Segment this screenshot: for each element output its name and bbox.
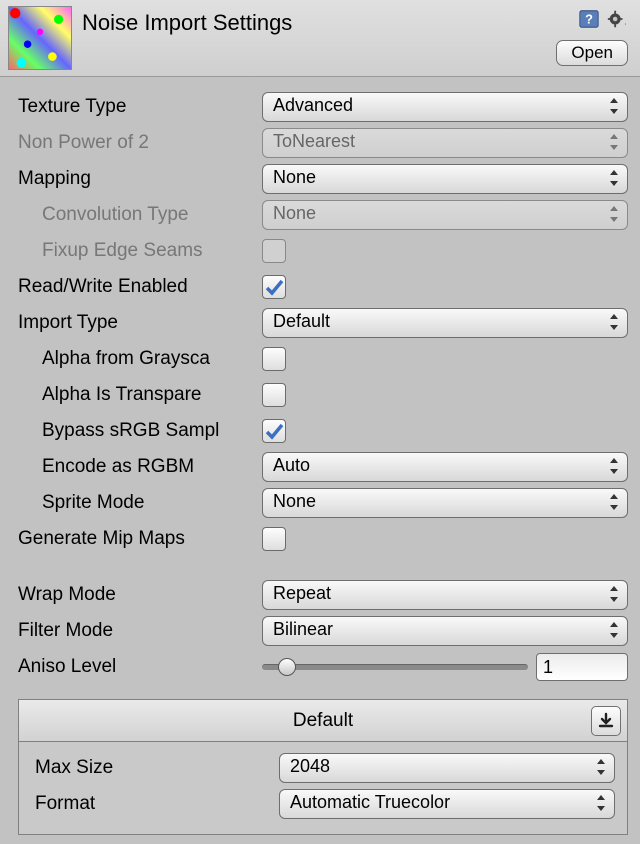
sprite-mode-label: Sprite Mode (18, 492, 262, 514)
alpha-is-transparency-label: Alpha Is Transpare (18, 384, 262, 406)
read-write-checkbox[interactable] (262, 275, 286, 299)
updown-icon (609, 620, 619, 640)
convolution-type-label: Convolution Type (18, 204, 262, 226)
encode-rgbm-value: Auto (273, 455, 310, 475)
updown-icon (609, 132, 619, 152)
platform-tab-default[interactable]: Default (19, 700, 627, 742)
non-power-of-2-select: ToNearest (262, 128, 628, 158)
encode-rgbm-label: Encode as RGBM (18, 456, 262, 478)
filter-mode-value: Bilinear (273, 619, 333, 639)
open-button[interactable]: Open (556, 40, 628, 66)
bypass-srgb-label: Bypass sRGB Sampl (18, 420, 262, 442)
platform-tab-label: Default (293, 710, 353, 732)
texture-type-select[interactable]: Advanced (262, 92, 628, 122)
slider-thumb[interactable] (278, 658, 296, 676)
sprite-mode-value: None (273, 491, 316, 511)
import-type-select[interactable]: Default (262, 308, 628, 338)
non-power-of-2-label: Non Power of 2 (18, 132, 262, 154)
wrap-mode-value: Repeat (273, 583, 331, 603)
help-icon[interactable]: ? (578, 8, 600, 35)
updown-icon (609, 584, 619, 604)
fixup-edge-seams-checkbox (262, 239, 286, 263)
updown-icon (609, 204, 619, 224)
mapping-select[interactable]: None (262, 164, 628, 194)
non-power-of-2-value: ToNearest (273, 131, 355, 151)
panel-title: Noise Import Settings (82, 6, 292, 36)
slider-track (262, 664, 528, 670)
import-type-label: Import Type (18, 312, 262, 334)
mapping-label: Mapping (18, 168, 262, 190)
filter-mode-label: Filter Mode (18, 620, 262, 642)
wrap-mode-label: Wrap Mode (18, 584, 262, 606)
convolution-type-value: None (273, 203, 316, 223)
format-value: Automatic Truecolor (290, 792, 450, 812)
max-size-label: Max Size (35, 757, 279, 779)
format-label: Format (35, 793, 279, 815)
texture-type-value: Advanced (273, 95, 353, 115)
filter-mode-select[interactable]: Bilinear (262, 616, 628, 646)
updown-icon (609, 456, 619, 476)
updown-icon (609, 492, 619, 512)
read-write-label: Read/Write Enabled (18, 276, 262, 298)
updown-icon (609, 312, 619, 332)
alpha-is-transparency-checkbox[interactable] (262, 383, 286, 407)
alpha-from-grayscale-checkbox[interactable] (262, 347, 286, 371)
wrap-mode-select[interactable]: Repeat (262, 580, 628, 610)
download-icon[interactable] (591, 706, 621, 736)
format-select[interactable]: Automatic Truecolor (279, 789, 615, 819)
aniso-level-field[interactable] (536, 653, 628, 681)
encode-rgbm-select[interactable]: Auto (262, 452, 628, 482)
aniso-level-slider[interactable] (262, 657, 528, 677)
alpha-from-grayscale-label: Alpha from Graysca (18, 348, 262, 370)
gear-icon[interactable]: . (606, 8, 628, 35)
platform-settings: Default Max Size 2048 Format Automatic T… (18, 699, 628, 835)
aniso-level-label: Aniso Level (18, 656, 262, 678)
mapping-value: None (273, 167, 316, 187)
texture-type-label: Texture Type (18, 96, 262, 118)
fixup-edge-seams-label: Fixup Edge Seams (18, 240, 262, 262)
updown-icon (596, 757, 606, 777)
max-size-value: 2048 (290, 756, 330, 776)
svg-text:?: ? (585, 12, 593, 27)
generate-mipmaps-checkbox[interactable] (262, 527, 286, 551)
updown-icon (609, 96, 619, 116)
convolution-type-select: None (262, 200, 628, 230)
bypass-srgb-checkbox[interactable] (262, 419, 286, 443)
generate-mipmaps-label: Generate Mip Maps (18, 528, 262, 550)
svg-text:.: . (624, 18, 626, 27)
texture-thumbnail (8, 6, 72, 70)
import-type-value: Default (273, 311, 330, 331)
sprite-mode-select[interactable]: None (262, 488, 628, 518)
updown-icon (609, 168, 619, 188)
max-size-select[interactable]: 2048 (279, 753, 615, 783)
updown-icon (596, 793, 606, 813)
